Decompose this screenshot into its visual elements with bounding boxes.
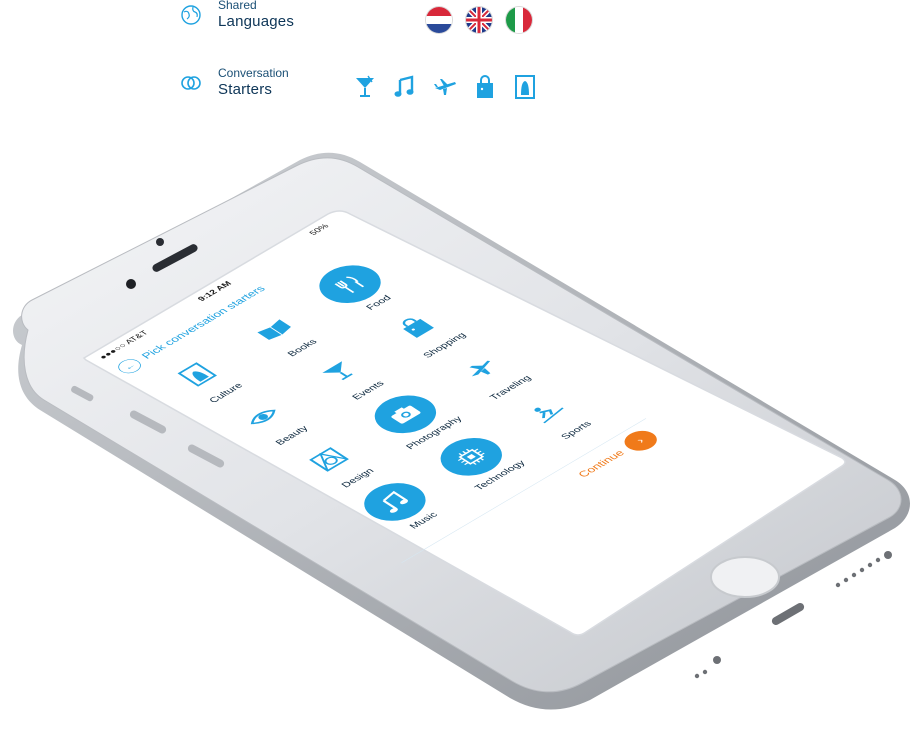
back-button[interactable]: ← (113, 356, 146, 377)
continue-label[interactable]: Continue (576, 448, 628, 479)
back-arrow-icon: ← (121, 361, 139, 372)
arrow-right-icon: › (633, 435, 648, 445)
battery-label: 50% (306, 222, 331, 237)
